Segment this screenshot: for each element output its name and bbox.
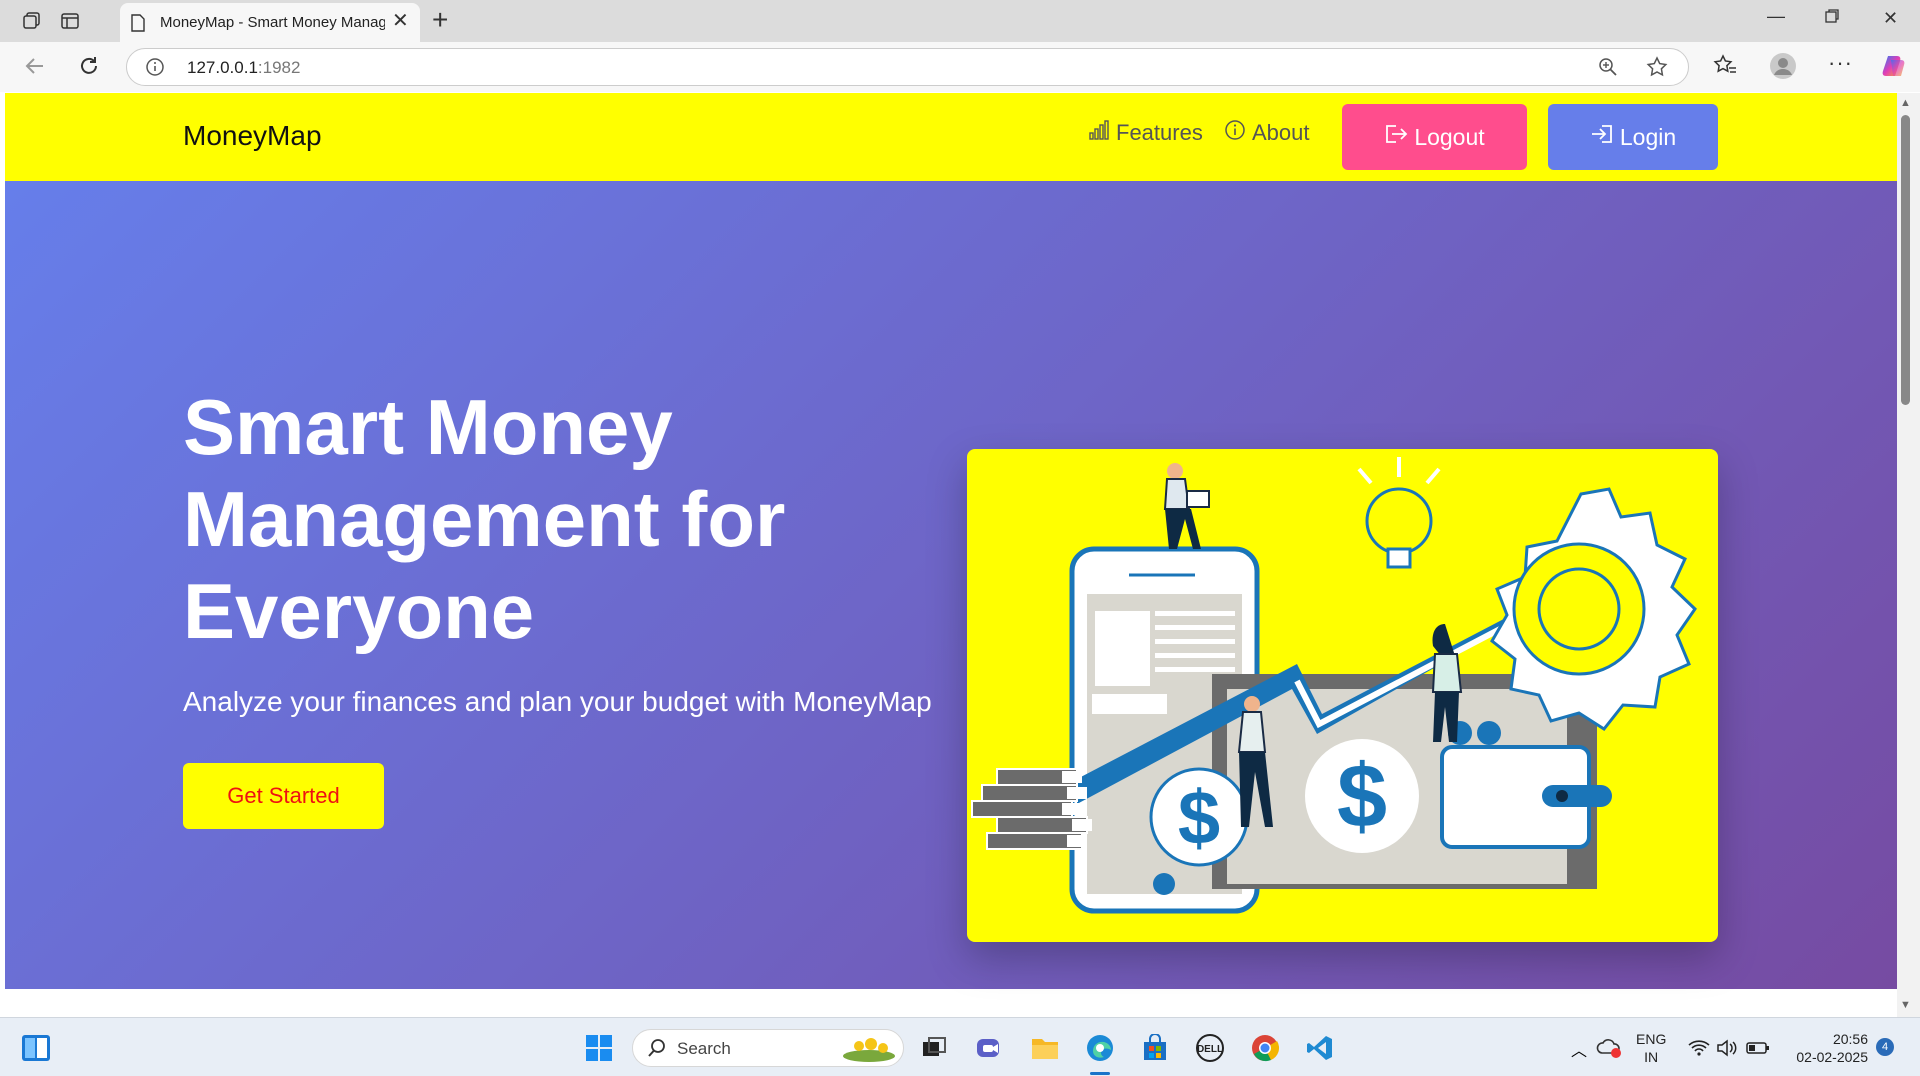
login-label: Login — [1619, 123, 1677, 150]
browser-workspaces-icon[interactable] — [20, 10, 44, 32]
hero-section: Smart Money Management for Everyone Anal… — [5, 181, 1897, 989]
tray-chevron-icon[interactable]: ︿ — [1562, 1032, 1596, 1066]
back-icon[interactable] — [24, 55, 46, 82]
nav-features-link[interactable]: Features — [1088, 119, 1203, 147]
favorites-icon[interactable] — [1713, 54, 1737, 81]
address-bar[interactable]: 127.0.0.1:1982 — [126, 48, 1689, 86]
page-viewport: MoneyMap Features About Logout Login Sma… — [5, 93, 1897, 1017]
edge-browser-icon[interactable] — [1083, 1031, 1117, 1065]
zoom-icon[interactable] — [1598, 57, 1618, 82]
url-port: :1982 — [257, 58, 301, 77]
volume-icon[interactable] — [1710, 1031, 1744, 1065]
refresh-icon[interactable] — [78, 55, 100, 82]
favorite-star-icon[interactable] — [1646, 56, 1668, 83]
vertical-scrollbar[interactable]: ▲ ▼ — [1897, 93, 1920, 1017]
svg-text:DELL: DELL — [1197, 1044, 1223, 1055]
url-host: 127.0.0.1 — [187, 58, 258, 77]
get-started-button[interactable]: Get Started — [183, 763, 384, 829]
login-button[interactable]: Login — [1548, 104, 1718, 170]
hero-illustration: $ $ — [967, 449, 1718, 942]
dell-icon[interactable]: DELL — [1193, 1031, 1227, 1065]
vscode-icon[interactable] — [1303, 1031, 1337, 1065]
file-explorer-icon[interactable] — [1028, 1031, 1062, 1065]
hero-title: Smart Money Management for Everyone — [183, 383, 786, 655]
logout-label: Logout — [1414, 123, 1485, 150]
search-highlight-icon — [841, 1036, 897, 1067]
active-app-indicator — [1090, 1072, 1110, 1075]
scroll-up-icon[interactable]: ▲ — [1900, 97, 1911, 109]
minimize-icon[interactable]: — — [1767, 6, 1785, 27]
browser-toolbar: 127.0.0.1:1982 ··· — [0, 42, 1920, 92]
profile-icon[interactable] — [1769, 52, 1797, 85]
logout-button[interactable]: Logout — [1342, 104, 1527, 170]
svg-text:$: $ — [1337, 747, 1387, 847]
search-icon — [647, 1038, 667, 1063]
hero-subtitle: Analyze your finances and plan your budg… — [183, 686, 932, 717]
close-window-icon[interactable]: ✕ — [1883, 8, 1898, 29]
notification-badge[interactable]: 4 — [1876, 1038, 1894, 1056]
tab-title: MoneyMap - Smart Money Management — [160, 14, 385, 31]
page-icon — [130, 14, 146, 37]
language-indicator[interactable]: ENG IN — [1636, 1030, 1666, 1066]
url-text: 127.0.0.1:1982 — [187, 58, 300, 78]
plus-icon[interactable]: + — [432, 4, 448, 36]
scroll-thumb[interactable] — [1901, 115, 1910, 405]
nav-features-label: Features — [1116, 120, 1203, 145]
info-circle-icon — [1224, 119, 1246, 147]
battery-icon[interactable] — [1741, 1031, 1775, 1065]
site-navbar: MoneyMap Features About Logout Login — [5, 93, 1897, 181]
windows-start-icon[interactable] — [582, 1031, 616, 1065]
more-icon[interactable]: ··· — [1828, 50, 1853, 76]
nav-about-label: About — [1252, 120, 1310, 145]
close-icon[interactable]: ✕ — [392, 11, 409, 31]
microsoft-store-icon[interactable] — [1138, 1031, 1172, 1065]
task-view-icon[interactable] — [917, 1031, 951, 1065]
onedrive-icon[interactable] — [1592, 1031, 1626, 1065]
windows-taskbar: Search DELL ︿ ENG IN 20:56 02-02-2025 4 — [0, 1017, 1920, 1076]
language-code: ENG — [1636, 1031, 1667, 1047]
chrome-icon[interactable] — [1248, 1031, 1282, 1065]
taskbar-search-label: Search — [677, 1039, 731, 1058]
region-code: IN — [1644, 1049, 1659, 1065]
clock[interactable]: 20:56 02-02-2025 — [1786, 1030, 1868, 1066]
login-icon — [1590, 123, 1614, 151]
nav-about-link[interactable]: About — [1224, 119, 1310, 147]
clock-time: 20:56 — [1832, 1031, 1868, 1047]
widgets-icon[interactable] — [19, 1031, 53, 1065]
browser-tab-bar: MoneyMap - Smart Money Management ✕ + — … — [0, 0, 1920, 42]
clock-date: 02-02-2025 — [1796, 1049, 1868, 1065]
brand-logo[interactable]: MoneyMap — [183, 120, 322, 152]
restore-icon[interactable] — [1824, 8, 1840, 29]
svg-text:$: $ — [1178, 776, 1220, 861]
info-icon[interactable] — [145, 57, 165, 82]
taskbar-search-box[interactable]: Search — [632, 1029, 904, 1067]
active-tab[interactable]: MoneyMap - Smart Money Management ✕ — [120, 3, 420, 42]
tab-actions-icon[interactable] — [58, 10, 82, 32]
scroll-down-icon[interactable]: ▼ — [1900, 999, 1911, 1011]
logout-icon — [1384, 123, 1408, 151]
chart-bar-icon — [1088, 119, 1110, 147]
copilot-icon[interactable] — [1880, 52, 1908, 85]
teams-chat-icon[interactable] — [972, 1031, 1006, 1065]
